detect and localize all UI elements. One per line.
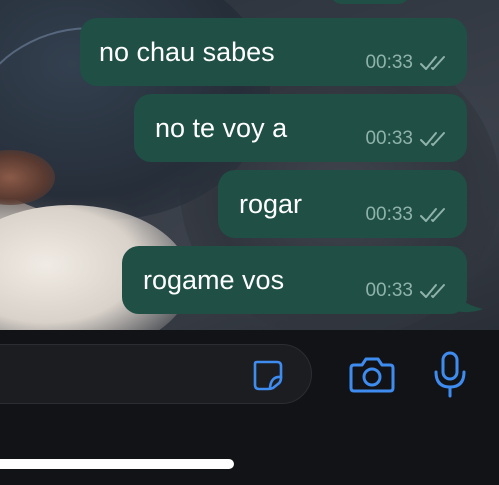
bubble-tail (446, 280, 483, 313)
read-receipt-icon (420, 56, 445, 70)
message-time: 00:33 (365, 204, 413, 225)
sticker-icon[interactable] (251, 358, 285, 392)
home-indicator[interactable] (0, 459, 234, 469)
message-meta: 00:33 (365, 128, 449, 150)
message-text: no chau sabes (99, 37, 275, 67)
message-meta: 00:33 (365, 204, 449, 226)
message-text: no te voy a (155, 113, 288, 143)
message-time: 00:33 (365, 128, 413, 149)
chat-wallpaper: no chau sabes 00:33 no te voy a 00:33 ro… (0, 0, 499, 330)
camera-icon[interactable] (348, 355, 396, 395)
message-input[interactable] (0, 344, 312, 404)
message-bubble[interactable]: no te voy a 00:33 (134, 94, 467, 162)
microphone-icon[interactable] (431, 350, 469, 400)
message-text: rogar (239, 189, 303, 219)
message-text: rogame vos (143, 265, 285, 295)
read-receipt-icon (420, 284, 445, 298)
message-meta: 00:33 (365, 52, 449, 74)
read-receipt-icon (420, 132, 445, 146)
message-bubble[interactable]: rogar 00:33 (218, 170, 467, 238)
message-time: 00:33 (365, 280, 413, 301)
chat-screen: no chau sabes 00:33 no te voy a 00:33 ro… (0, 0, 499, 485)
message-bubble[interactable]: no chau sabes 00:33 (80, 18, 467, 86)
message-time: 00:33 (365, 52, 413, 73)
message-bubble-partial[interactable] (330, 0, 410, 4)
message-meta: 00:33 (365, 280, 449, 302)
read-receipt-icon (420, 208, 445, 222)
message-bubble[interactable]: rogame vos 00:33 (122, 246, 467, 314)
